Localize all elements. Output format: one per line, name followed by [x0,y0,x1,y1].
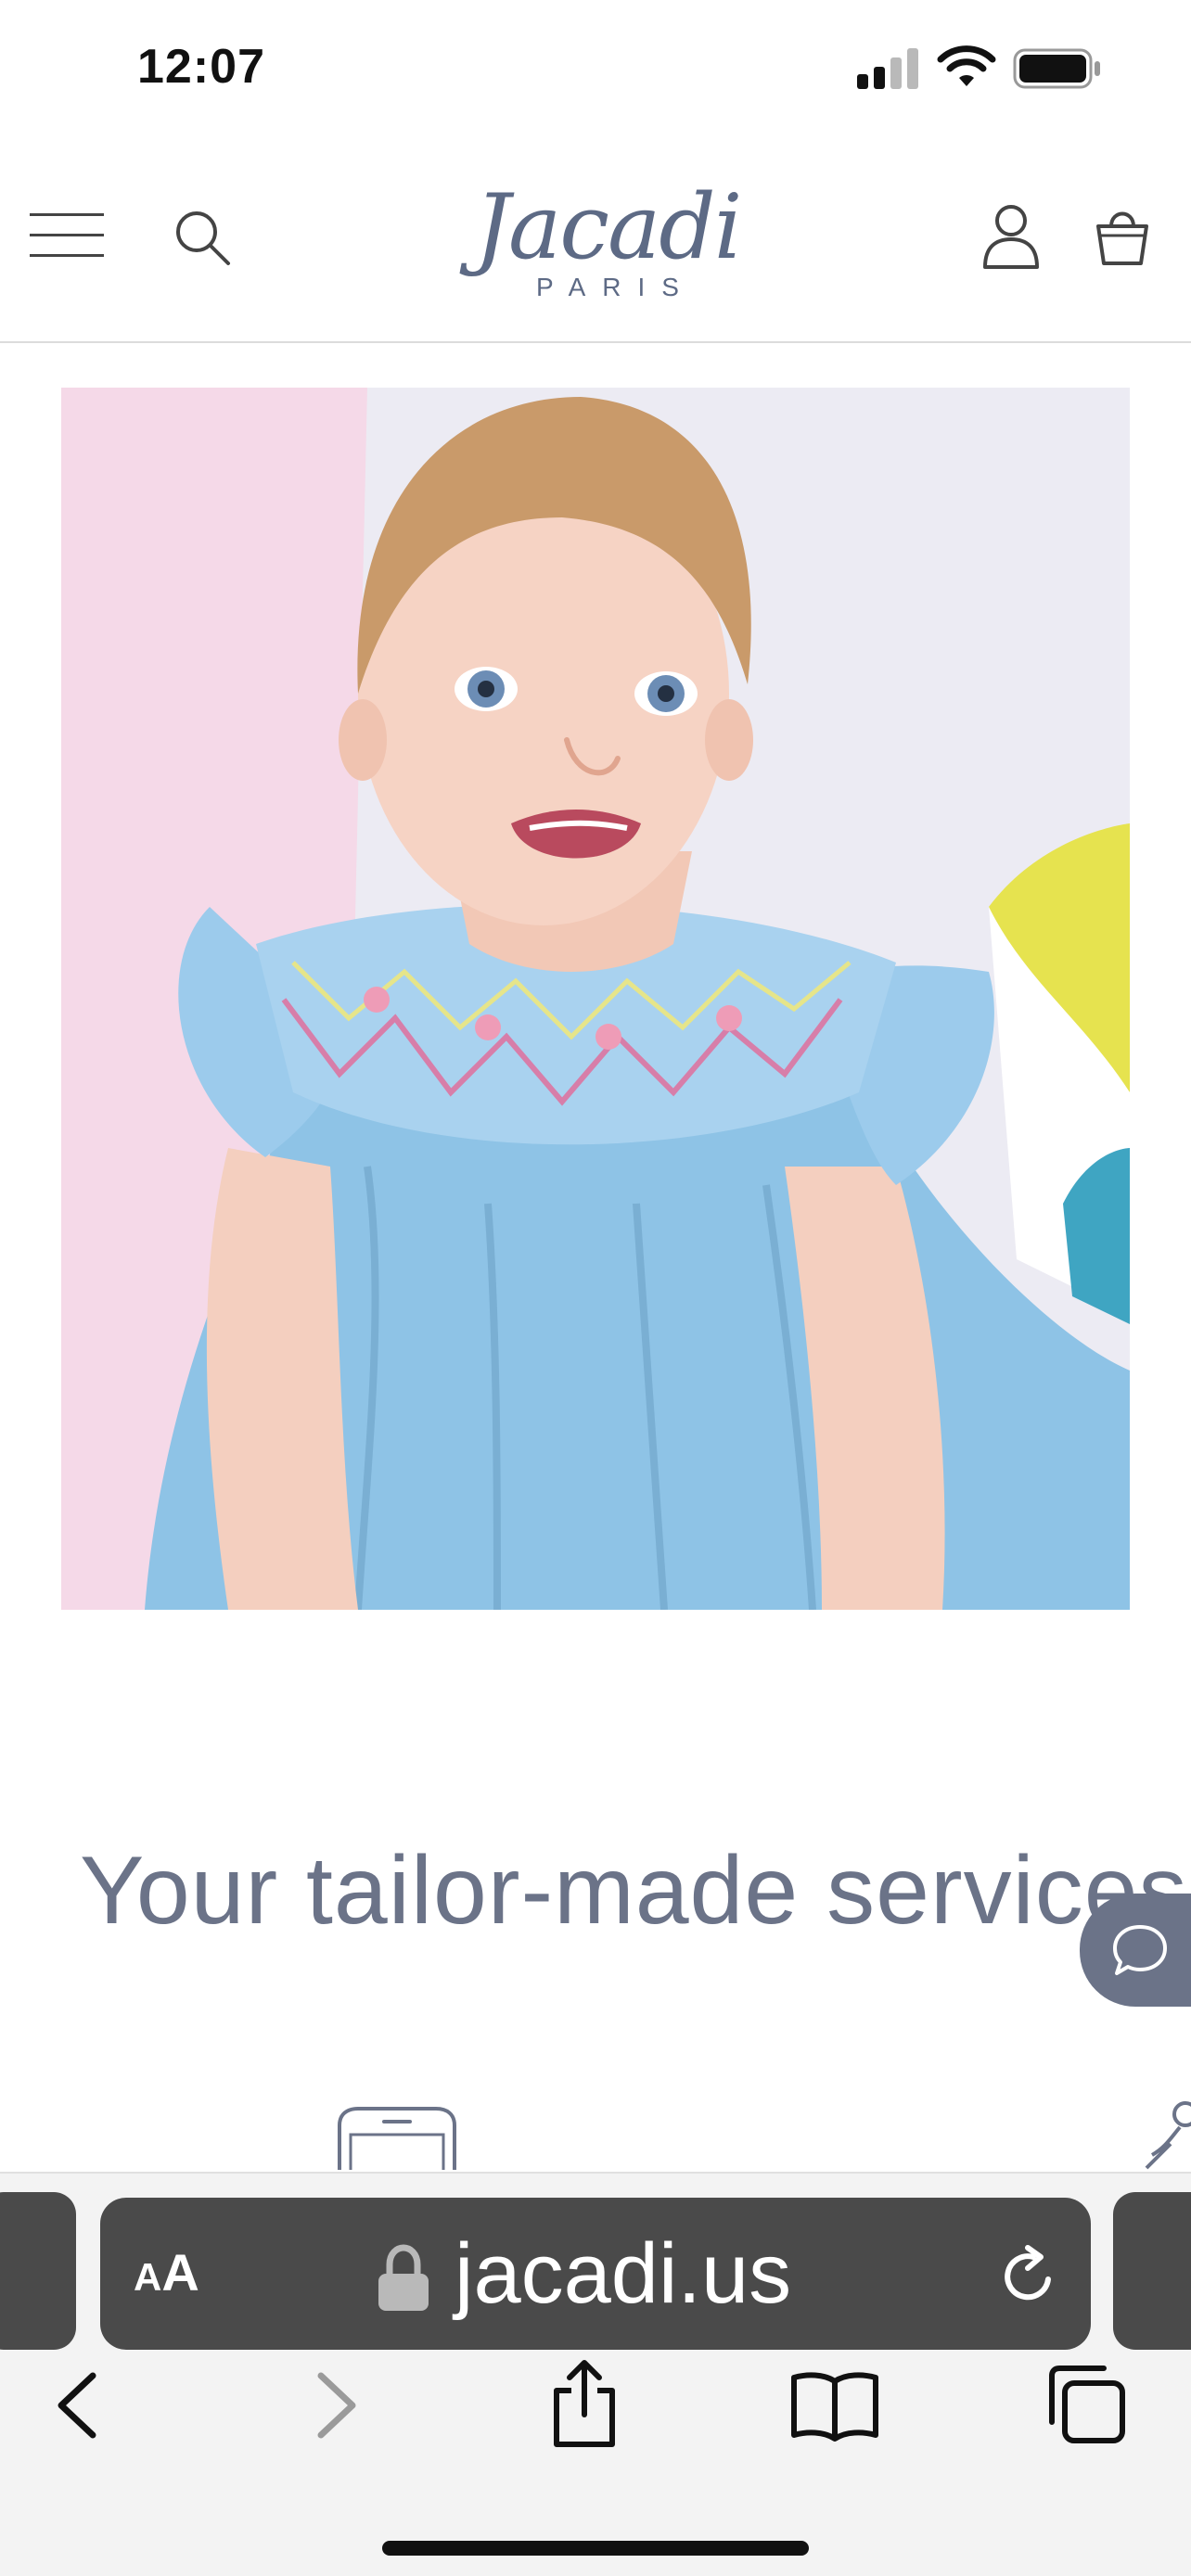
lock-icon [378,2244,429,2311]
status-time: 12:07 [137,40,265,94]
next-tab-peek[interactable] [1113,2192,1191,2350]
hero-illustration [61,388,1130,1610]
logo-wordmark: Jacadi [474,175,743,279]
browser-toolbar: AA jacadi.us [0,2172,1191,2576]
wifi-icon [937,45,996,86]
forward-icon[interactable] [310,2368,362,2442]
partial-service-icon [1145,2101,1191,2170]
shopping-bag-icon[interactable] [1095,204,1150,267]
user-account-icon[interactable] [981,202,1041,269]
home-indicator [382,2541,809,2556]
text-size-big-a: A [161,2243,199,2302]
url-text[interactable]: jacadi.us [455,2225,791,2323]
previous-tab-peek[interactable] [0,2192,76,2350]
search-icon[interactable] [173,208,232,267]
hamburger-menu-icon[interactable] [30,213,104,260]
reload-icon[interactable] [996,2244,1061,2309]
status-bar: 12:07 [0,0,1191,139]
bookmarks-icon[interactable] [790,2368,879,2442]
back-icon[interactable] [52,2368,104,2442]
chat-bubble-icon [1113,1925,1167,1975]
site-header: Jacadi PARIS [0,139,1191,343]
services-heading: Your tailor-made services [80,1837,1188,1945]
text-size-button[interactable]: AA [134,2242,199,2307]
address-bar[interactable]: AA jacadi.us [100,2198,1091,2350]
tabs-icon[interactable] [1043,2361,1128,2446]
jacadi-logo[interactable]: Jacadi PARIS [464,176,751,306]
battery-icon [1013,48,1100,89]
cellular-signal-icon [857,48,920,89]
chat-button[interactable] [1080,1894,1191,2007]
phone-icon [338,2107,456,2170]
share-icon[interactable] [547,2359,621,2448]
text-size-small-a: A [134,2255,162,2299]
hero-baby-photo[interactable] [61,388,1130,1610]
